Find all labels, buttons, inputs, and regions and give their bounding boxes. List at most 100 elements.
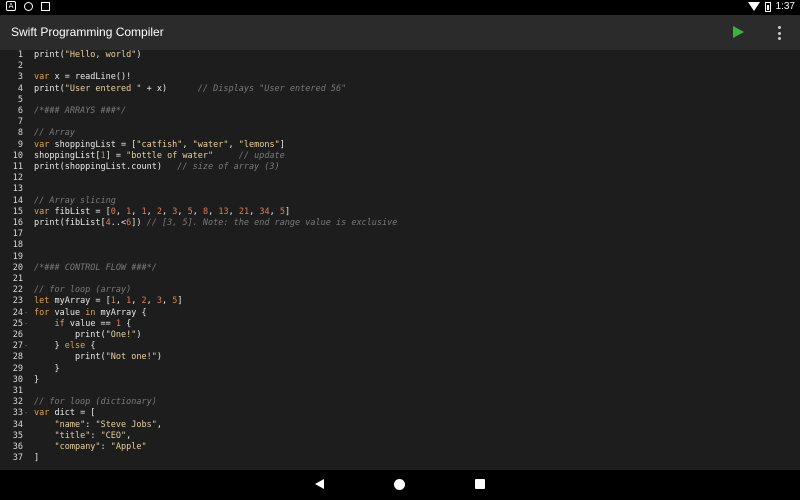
code-line[interactable]: 20 /*### CONTROL FLOW ###*/	[0, 263, 800, 274]
code-token: :	[90, 430, 101, 441]
code-line[interactable]: 18	[0, 240, 800, 251]
code-token: // [3, 5]. Note: the end range value is …	[146, 218, 398, 228]
code-line[interactable]: 33- var dict = [	[0, 408, 800, 419]
code-line[interactable]: 6 /*### ARRAYS ###*/	[0, 106, 800, 117]
line-number: 5	[17, 94, 23, 105]
code-line[interactable]: 10 shoppingList[1] = "bottle of water" //…	[0, 151, 800, 162]
back-button[interactable]	[315, 479, 324, 489]
overflow-menu-button[interactable]	[776, 26, 782, 40]
line-number: 16	[12, 218, 23, 228]
code-token: ]	[279, 139, 285, 150]
line-number: 2	[17, 61, 23, 72]
code-line[interactable]: 34 "name": "Steve Jobs",	[0, 420, 800, 431]
fold-toggle-icon[interactable]: -	[24, 341, 28, 352]
code-line[interactable]: 9 var shoppingList = ["catfish", "water",…	[0, 140, 800, 151]
recents-button[interactable]	[475, 479, 485, 489]
code-token: ,	[131, 296, 142, 307]
code-token: fibList = [	[49, 206, 111, 217]
app-bar: Swift Programming Compiler	[0, 15, 800, 50]
code-line[interactable]: 27- } else {	[0, 341, 800, 352]
code-line[interactable]: 15 var fibList = [0, 1, 1, 2, 3, 5, 8, 13…	[0, 207, 800, 218]
code-text: print("Hello, world")	[34, 50, 142, 61]
fold-toggle-icon[interactable]: -	[24, 308, 28, 319]
code-line[interactable]: 31	[0, 386, 800, 397]
code-token: ])	[131, 218, 147, 228]
code-token: var	[34, 72, 50, 83]
code-line[interactable]: 19	[0, 252, 800, 263]
code-token: print(	[34, 50, 65, 60]
code-token: // update	[238, 150, 285, 161]
code-line[interactable]: 23 let myArray = [1, 1, 2, 3, 5]	[0, 296, 800, 307]
line-number: 31	[12, 386, 23, 396]
code-line[interactable]: 21	[0, 274, 800, 285]
code-text: if value == 1 {	[34, 319, 131, 330]
code-token: ,	[228, 139, 239, 150]
code-token: ]	[34, 453, 40, 464]
code-token: myArray {	[95, 307, 147, 318]
code-line[interactable]: 13	[0, 184, 800, 195]
code-line[interactable]: 4 print("User entered " + x) // Displays …	[0, 84, 800, 95]
code-text: var shoppingList = ["catfish", "water", …	[34, 140, 285, 151]
code-line[interactable]: 22 // for loop (array)	[0, 285, 800, 296]
code-line[interactable]: 35 "title": "CEO",	[0, 431, 800, 442]
code-line[interactable]: 1 print("Hello, world")	[0, 50, 800, 61]
code-token: shoppingList[	[34, 150, 101, 161]
more-vert-icon-dot	[777, 37, 781, 40]
code-token: ,	[115, 296, 127, 307]
code-token: "lemons"	[238, 139, 280, 150]
code-token: 34	[259, 206, 270, 217]
code-token: + x)	[141, 83, 198, 94]
line-number: 22	[12, 285, 23, 296]
code-token: // Array	[34, 128, 75, 139]
code-line[interactable]: 7	[0, 117, 800, 128]
code-line[interactable]: 37]	[0, 453, 800, 464]
code-text: var dict = [	[34, 408, 95, 419]
code-text: for value in myArray {	[34, 308, 147, 319]
fold-toggle-icon[interactable]: -	[24, 408, 28, 419]
code-line[interactable]: 17	[0, 229, 800, 240]
code-text: // for loop (dictionary)	[34, 397, 157, 408]
code-line[interactable]: 2	[0, 61, 800, 72]
code-token: "Steve Jobs"	[95, 419, 157, 430]
fold-toggle-icon[interactable]: -	[24, 319, 28, 330]
code-line[interactable]: 11 print(shoppingList.count) // size of a…	[0, 162, 800, 173]
code-token: :	[100, 442, 111, 452]
code-line[interactable]: 5	[0, 95, 800, 106]
code-line[interactable]: 16 print(fibList[4..<6]) // [3, 5]. Note:…	[0, 218, 800, 229]
run-button[interactable]	[733, 26, 746, 40]
home-button[interactable]	[394, 479, 405, 490]
code-line[interactable]: 28 print("Not one!")	[0, 352, 800, 363]
code-token: ,	[182, 139, 193, 150]
code-line[interactable]: 8 // Array	[0, 128, 800, 139]
code-line[interactable]: 26 print("One!")	[0, 330, 800, 341]
line-number: 11	[12, 162, 23, 172]
line-number: 3	[17, 72, 23, 83]
code-line[interactable]: 24- for value in myArray {	[0, 308, 800, 319]
code-token: if	[54, 318, 65, 329]
code-token: }	[34, 341, 65, 352]
code-token: {	[121, 318, 132, 329]
code-text: } else {	[34, 341, 95, 352]
code-token: myArray = [	[49, 296, 111, 307]
code-token: ,	[131, 206, 142, 217]
code-line[interactable]: 29 }	[0, 364, 800, 375]
code-token: var	[34, 408, 50, 419]
code-editor[interactable]: 1 print("Hello, world") 2 3 var x = readLine…	[0, 50, 800, 470]
code-text: print(fibList[4..<6]) // [3, 5]. Note: t…	[34, 218, 397, 229]
line-number: 12	[12, 173, 23, 184]
code-line[interactable]: 32 // for loop (dictionary)	[0, 397, 800, 408]
line-number: 23	[12, 296, 23, 307]
more-vert-icon-dot	[777, 31, 781, 35]
code-line[interactable]: 36 "company": "Apple"	[0, 442, 800, 453]
code-line[interactable]: 12	[0, 173, 800, 184]
line-number: 15	[12, 206, 23, 217]
code-token: ]	[285, 206, 291, 217]
code-text: "company": "Apple"	[34, 442, 146, 453]
code-line[interactable]: 25- if value == 1 {	[0, 319, 800, 330]
code-token: "bottle of water"	[126, 150, 214, 161]
code-line[interactable]: 30}	[0, 375, 800, 386]
code-line[interactable]: 14 // Array slicing	[0, 196, 800, 207]
code-line[interactable]: 3 var x = readLine()!	[0, 72, 800, 83]
